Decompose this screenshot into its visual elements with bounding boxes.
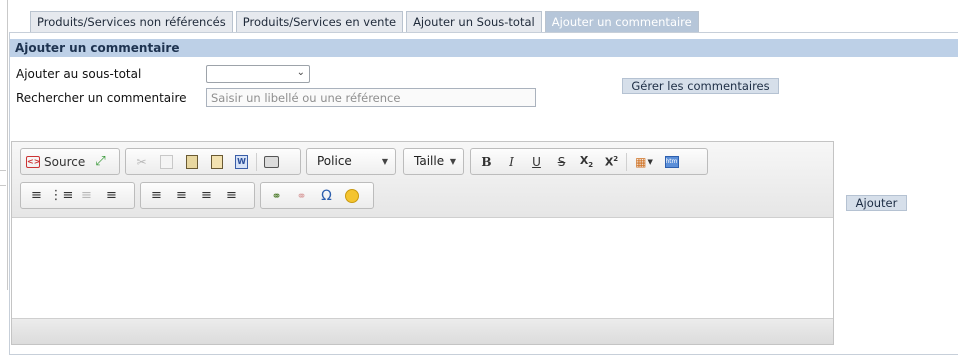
chevron-down-icon: ▼ (647, 157, 653, 166)
unlink-icon: ⚭ (296, 188, 307, 203)
font-combo-label: Police (317, 154, 352, 168)
color-grid-icon: ▦ (635, 154, 646, 169)
unlink-button[interactable]: ⚭ (289, 185, 314, 207)
left-window-edge (0, 0, 8, 290)
font-combo[interactable]: Police ▼ (306, 148, 396, 175)
italic-button[interactable]: I (499, 151, 524, 173)
align-left-icon: ≡ (151, 188, 162, 203)
align-right-button[interactable]: ≡ (194, 185, 219, 207)
numbered-list-icon: ≡ (31, 188, 42, 203)
subtotal-label: Ajouter au sous-total (16, 67, 142, 81)
comment-search-input[interactable] (206, 88, 536, 107)
link-button[interactable]: ⚭ (264, 185, 289, 207)
manage-comments-button[interactable]: Gérer les commentaires (622, 78, 779, 94)
source-button[interactable]: <> Source (24, 151, 88, 173)
print-button[interactable] (259, 151, 284, 173)
copy-button[interactable] (154, 151, 179, 173)
toolbar-group-clipboard: ✂ W (125, 148, 301, 175)
editor-content-area[interactable] (12, 218, 833, 319)
text-color-button[interactable]: ▦ ▼ (629, 151, 659, 173)
panel-title: Ajouter un commentaire (10, 39, 958, 57)
rich-text-editor: <> Source ⤢ ✂ W Police ▼ Taille ▼ B I U … (11, 141, 834, 345)
maximize-button[interactable]: ⤢ (88, 151, 113, 173)
align-center-button[interactable]: ≡ (169, 185, 194, 207)
add-comment-button[interactable]: Ajouter (846, 195, 907, 211)
superscript-icon: X2 (604, 154, 619, 169)
subscript-button[interactable]: X2 (574, 151, 599, 173)
chevron-down-icon: ▼ (381, 157, 388, 166)
outdent-button[interactable]: ≡ (74, 185, 99, 207)
underline-button[interactable]: U (524, 151, 549, 173)
justify-icon: ≡ (226, 188, 237, 203)
subscript-icon: X2 (579, 153, 594, 170)
size-combo-label: Taille (414, 154, 445, 168)
superscript-button[interactable]: X2 (599, 151, 624, 173)
source-label: Source (44, 154, 86, 169)
toolbar-group-styles: B I U S X2 X2 ▦ ▼ htm (470, 148, 708, 175)
paste-text-button[interactable] (204, 151, 229, 173)
link-icon: ⚭ (271, 188, 282, 203)
tab-products-on-sale[interactable]: Produits/Services en vente (235, 11, 404, 32)
chevron-down-icon: ▼ (449, 157, 456, 166)
search-label: Rechercher un commentaire (16, 91, 187, 105)
chevron-down-icon: ⌄ (296, 67, 305, 78)
editor-toolbar: <> Source ⤢ ✂ W Police ▼ Taille ▼ B I U … (12, 142, 833, 218)
justify-button[interactable]: ≡ (219, 185, 244, 207)
tab-add-comment[interactable]: Ajouter un commentaire (544, 11, 699, 32)
size-combo[interactable]: Taille ▼ (403, 148, 464, 175)
align-center-icon: ≡ (176, 188, 187, 203)
cut-button[interactable]: ✂ (129, 151, 154, 173)
copy-icon (160, 154, 173, 169)
indent-icon: ≡ (106, 188, 117, 203)
align-left-button[interactable]: ≡ (144, 185, 169, 207)
html-icon: htm (664, 155, 679, 168)
toolbar-group-lists: ≡ ⋮≡ ≡ ≡ (20, 182, 135, 209)
bulleted-list-button[interactable]: ⋮≡ (49, 185, 74, 207)
toolbar-separator (626, 152, 627, 171)
html-button[interactable]: htm (659, 151, 684, 173)
smiley-button[interactable] (339, 185, 364, 207)
numbered-list-button[interactable]: ≡ (24, 185, 49, 207)
source-icon: <> (26, 155, 41, 168)
tab-add-subtotal[interactable]: Ajouter un Sous-total (406, 11, 542, 32)
tab-unreferenced-products[interactable]: Produits/Services non référencés (30, 11, 233, 32)
toolbar-group-align: ≡ ≡ ≡ ≡ (140, 182, 255, 209)
smiley-icon (344, 188, 359, 203)
toolbar-separator (256, 152, 257, 171)
paste-word-icon: W (235, 154, 248, 169)
paste-icon (185, 154, 198, 169)
special-char-button[interactable]: Ω (314, 185, 339, 207)
strikethrough-button[interactable]: S (549, 151, 574, 173)
left-edge-nub (0, 170, 6, 186)
editor-status-bar (12, 318, 833, 344)
page: Produits/Services non référencés Produit… (0, 0, 958, 363)
maximize-icon: ⤢ (95, 154, 106, 169)
printer-icon (264, 155, 279, 168)
paste-button[interactable] (179, 151, 204, 173)
scissors-icon: ✂ (136, 154, 147, 169)
align-right-icon: ≡ (201, 188, 212, 203)
toolbar-group-source: <> Source ⤢ (20, 148, 120, 175)
bold-button[interactable]: B (474, 151, 499, 173)
bulleted-list-icon: ⋮≡ (49, 188, 74, 203)
indent-button[interactable]: ≡ (99, 185, 124, 207)
comment-panel: Ajouter un commentaire Ajouter au sous-t… (9, 32, 958, 355)
paste-word-button[interactable]: W (229, 151, 254, 173)
tab-bar: Produits/Services non référencés Produit… (30, 11, 702, 32)
outdent-icon: ≡ (81, 188, 92, 203)
toolbar-group-insert: ⚭ ⚭ Ω (260, 182, 374, 209)
paste-text-icon (210, 154, 223, 169)
subtotal-select[interactable]: ⌄ (206, 65, 310, 83)
